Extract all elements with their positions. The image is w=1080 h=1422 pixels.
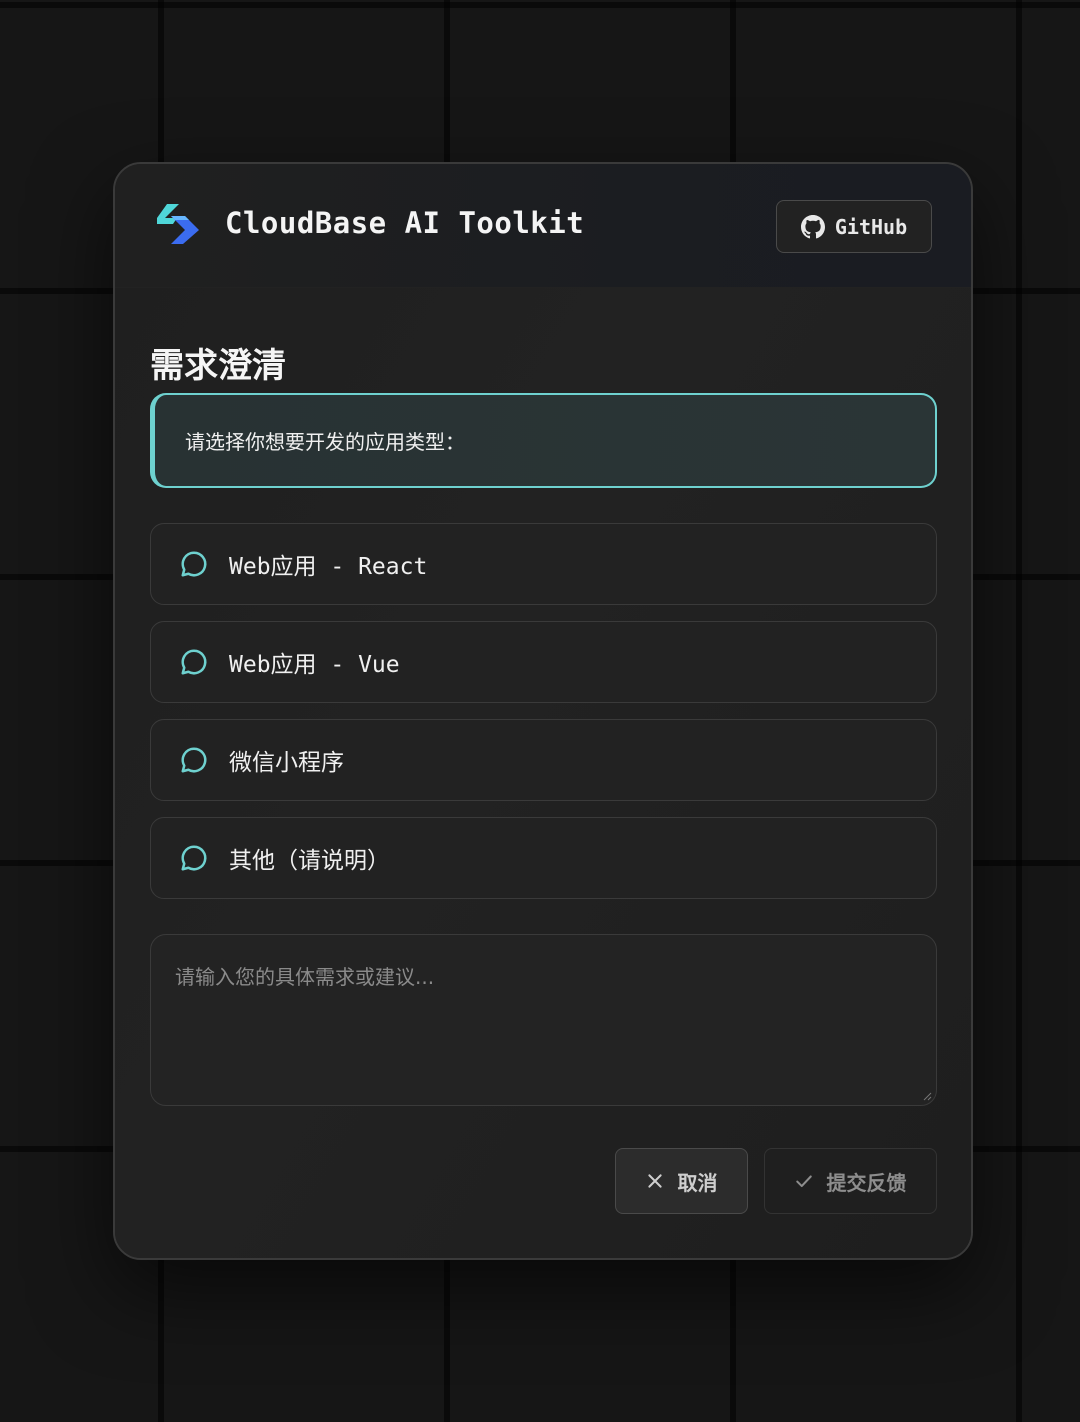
submit-button-label: 提交反馈 xyxy=(826,1170,907,1195)
option-label: 其他（请说明） xyxy=(229,848,390,874)
section-title: 需求澄清 xyxy=(150,346,286,386)
chat-bubble-icon xyxy=(181,649,207,675)
option-web-vue[interactable]: Web应用 - Vue xyxy=(150,621,937,703)
feedback-textarea-wrapper xyxy=(150,934,937,1106)
feedback-textarea[interactable] xyxy=(151,935,936,1105)
cancel-button[interactable]: 取消 xyxy=(615,1148,748,1214)
option-wechat-miniprogram[interactable]: 微信小程序 xyxy=(150,719,937,801)
app-title: CloudBase AI Toolkit xyxy=(225,206,585,240)
option-other[interactable]: 其他（请说明） xyxy=(150,817,937,899)
cancel-button-label: 取消 xyxy=(677,1170,718,1195)
chat-bubble-icon xyxy=(181,845,207,871)
dialog-header: CloudBase AI Toolkit GitHub xyxy=(115,164,971,288)
submit-feedback-button[interactable]: 提交反馈 xyxy=(764,1148,937,1214)
option-label: 微信小程序 xyxy=(229,750,344,776)
chat-bubble-icon xyxy=(181,747,207,773)
option-web-react[interactable]: Web应用 - React xyxy=(150,523,937,605)
close-icon xyxy=(647,1174,662,1188)
dialog-body: 需求澄清 请选择你想要开发的应用类型： Web应用 - React Web应用 … xyxy=(115,288,971,1258)
question-box: 请选择你想要开发的应用类型： xyxy=(150,393,937,488)
option-label: Web应用 - React xyxy=(229,554,428,580)
question-text: 请选择你想要开发的应用类型： xyxy=(185,430,465,454)
resize-handle-icon[interactable] xyxy=(922,1091,932,1101)
github-button-label: GitHub xyxy=(834,214,908,239)
github-button[interactable]: GitHub xyxy=(776,200,932,253)
check-icon xyxy=(795,1175,812,1188)
option-label: Web应用 - Vue xyxy=(229,652,400,678)
github-icon xyxy=(800,214,825,238)
chat-bubble-icon xyxy=(181,551,207,577)
feedback-dialog: CloudBase AI Toolkit GitHub 需求澄清 请选择你想要开… xyxy=(113,162,973,1260)
cloudbase-logo-icon xyxy=(157,204,199,244)
